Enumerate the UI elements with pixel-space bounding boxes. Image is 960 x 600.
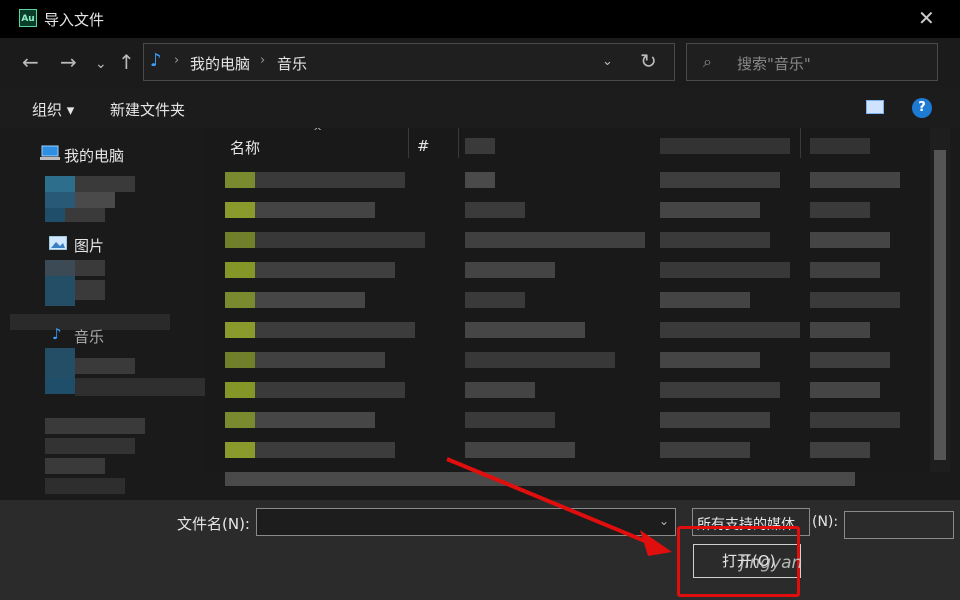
- annotation-arrow: [446, 457, 672, 556]
- watermark-text: jingyan: [740, 553, 803, 573]
